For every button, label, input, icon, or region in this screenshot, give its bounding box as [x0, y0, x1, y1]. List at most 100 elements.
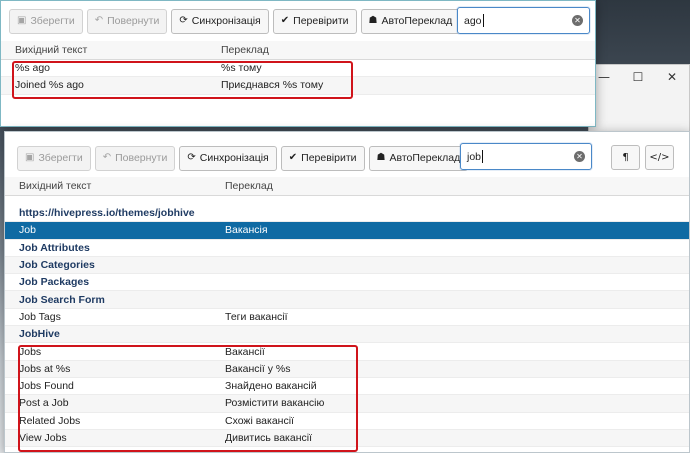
revert-button[interactable]: ↶ Повернути — [94, 145, 176, 171]
robot-icon: ☗ — [376, 152, 386, 163]
source-text-cell: Related Jobs — [19, 414, 81, 427]
sync-icon: ⟳ — [187, 152, 196, 163]
source-column-header[interactable]: Вихідний текст — [1, 44, 221, 56]
source-text-cell: Joined %s ago — [15, 79, 84, 92]
bottom-toolbar: ▣ Зберегти ↶ Повернути ⟳ Синхронізація ✔… — [17, 143, 472, 173]
source-text-cell: Post a Job — [19, 397, 69, 410]
save-label: Зберегти — [38, 152, 83, 164]
source-text-cell: Jobs at %s — [19, 362, 71, 375]
table-row[interactable]: View Jobs Дивитись вакансії — [5, 429, 689, 448]
translation-text-cell: Знайдено вакансій — [225, 380, 317, 393]
search-input[interactable]: job ✕ — [460, 143, 592, 170]
table-row[interactable]: Jobs Вакансії — [5, 343, 689, 361]
revert-label: Повернути — [115, 152, 168, 164]
source-text-cell: Job Packages — [19, 276, 90, 289]
robot-icon: ☗ — [368, 15, 378, 26]
window-controls: — ☐ ✕ — [587, 65, 689, 89]
background-window: — ☐ ✕ — [588, 64, 690, 134]
translation-column-header[interactable]: Переклад — [225, 180, 689, 192]
undo-icon: ↶ — [102, 152, 112, 163]
source-text-cell: Job Categories — [19, 259, 95, 272]
table-row[interactable]: Job Packages — [5, 274, 689, 292]
autotranslate-button[interactable]: ☗ АвтоПереклад — [360, 8, 461, 34]
table-row[interactable]: Jobs Found Знайдено вакансій — [5, 378, 689, 396]
source-text-cell: Jobs Found — [19, 380, 74, 393]
save-icon: ▣ — [17, 15, 27, 26]
revert-button[interactable]: ↶ Повернути — [86, 8, 168, 34]
table-row[interactable]: Post a Job Розмістити вакансію — [5, 395, 689, 413]
check-icon: ✔ — [280, 15, 290, 26]
table-row[interactable]: Job Search Form — [5, 291, 689, 309]
code-icon: </> — [649, 152, 670, 163]
text-cursor — [482, 14, 484, 27]
translation-text-cell: Вакансії у %s — [225, 362, 291, 375]
revert-label: Повернути — [107, 15, 160, 27]
table-row[interactable]: Job Вакансія — [5, 222, 689, 240]
table-header: Вихідний текст Переклад — [5, 177, 689, 196]
source-text-cell: JobHive — [19, 328, 60, 341]
search-input[interactable]: ago ✕ — [457, 7, 590, 34]
bottom-editor-window: ▣ Зберегти ↶ Повернути ⟳ Синхронізація ✔… — [4, 131, 690, 453]
table-row[interactable]: %s ago %s тому — [1, 60, 595, 78]
translation-text-cell: Вакансії — [225, 345, 265, 358]
code-view-button[interactable]: </> — [645, 145, 674, 170]
maximize-icon[interactable]: ☐ — [621, 65, 655, 89]
table-row[interactable]: Jobs at %s Вакансії у %s — [5, 360, 689, 378]
source-text-cell: https://hivepress.io/themes/jobhive — [19, 207, 195, 220]
table-row[interactable]: Job Attributes — [5, 240, 689, 257]
table-row[interactable]: Job Tags Теги вакансії — [5, 309, 689, 327]
table-row[interactable]: JobHive — [5, 326, 689, 344]
bottom-strings-table: Вихідний текст Переклад https://hivepres… — [5, 177, 689, 448]
autotranslate-button[interactable]: ☗ АвтоПереклад — [368, 145, 469, 171]
check-label: Перевірити — [301, 152, 357, 164]
table-row[interactable]: Job Categories — [5, 256, 689, 275]
table-row[interactable]: Related Jobs Схожі вакансії — [5, 413, 689, 430]
undo-icon: ↶ — [94, 15, 104, 26]
sync-button[interactable]: ⟳ Синхронізація — [179, 145, 277, 171]
save-label: Зберегти — [30, 15, 75, 27]
show-invisibles-button[interactable]: ¶ — [611, 145, 640, 170]
top-editor-window: ▣ Зберегти ↶ Повернути ⟳ Синхронізація ✔… — [0, 0, 596, 127]
sync-icon: ⟳ — [179, 15, 188, 26]
search-value: job — [467, 150, 482, 163]
table-row[interactable]: Joined %s ago Приєднався %s тому — [1, 77, 595, 95]
save-button[interactable]: ▣ Зберегти — [17, 145, 91, 171]
save-icon: ▣ — [25, 152, 35, 163]
check-button[interactable]: ✔ Перевірити — [280, 145, 365, 171]
autotranslate-label: АвтоПереклад — [389, 152, 461, 164]
clear-search-icon[interactable]: ✕ — [574, 151, 585, 162]
translation-text-cell: Схожі вакансії — [225, 414, 294, 427]
sync-button[interactable]: ⟳ Синхронізація — [171, 8, 269, 34]
top-toolbar: ▣ Зберегти ↶ Повернути ⟳ Синхронізація ✔… — [9, 6, 464, 36]
table-spacer — [5, 196, 689, 205]
table-header: Вихідний текст Переклад — [1, 41, 595, 60]
check-icon: ✔ — [288, 152, 298, 163]
check-label: Перевірити — [293, 15, 349, 27]
sync-label: Синхронізація — [191, 15, 261, 27]
text-cursor — [482, 150, 484, 163]
source-text-cell: %s ago — [15, 62, 51, 75]
source-text-cell: Job Tags — [19, 310, 61, 323]
table-row[interactable]: https://hivepress.io/themes/jobhive — [5, 205, 689, 223]
source-text-cell: Job Search Form — [19, 293, 105, 306]
check-button[interactable]: ✔ Перевірити — [272, 8, 357, 34]
source-column-header[interactable]: Вихідний текст — [5, 180, 225, 192]
translation-text-cell: %s тому — [221, 62, 262, 75]
source-text-cell: Job — [19, 224, 36, 237]
top-strings-table: Вихідний текст Переклад %s ago %s тому Joi… — [1, 41, 595, 95]
clear-search-icon[interactable]: ✕ — [572, 15, 583, 26]
source-text-cell: Job Attributes — [19, 241, 90, 254]
translation-text-cell: Вакансія — [225, 224, 268, 237]
translation-text-cell: Теги вакансії — [225, 310, 288, 323]
translation-text-cell: Розмістити вакансію — [225, 397, 325, 410]
save-button[interactable]: ▣ Зберегти — [9, 8, 83, 34]
source-text-cell: View Jobs — [19, 432, 67, 444]
close-icon[interactable]: ✕ — [655, 65, 689, 89]
autotranslate-label: АвтоПереклад — [381, 15, 453, 27]
translation-text-cell: Дивитись вакансії — [225, 432, 312, 444]
pilcrow-icon: ¶ — [622, 152, 629, 163]
search-value: ago — [464, 14, 482, 27]
translation-column-header[interactable]: Переклад — [221, 44, 595, 56]
source-text-cell: Jobs — [19, 345, 42, 358]
sync-label: Синхронізація — [199, 152, 269, 164]
